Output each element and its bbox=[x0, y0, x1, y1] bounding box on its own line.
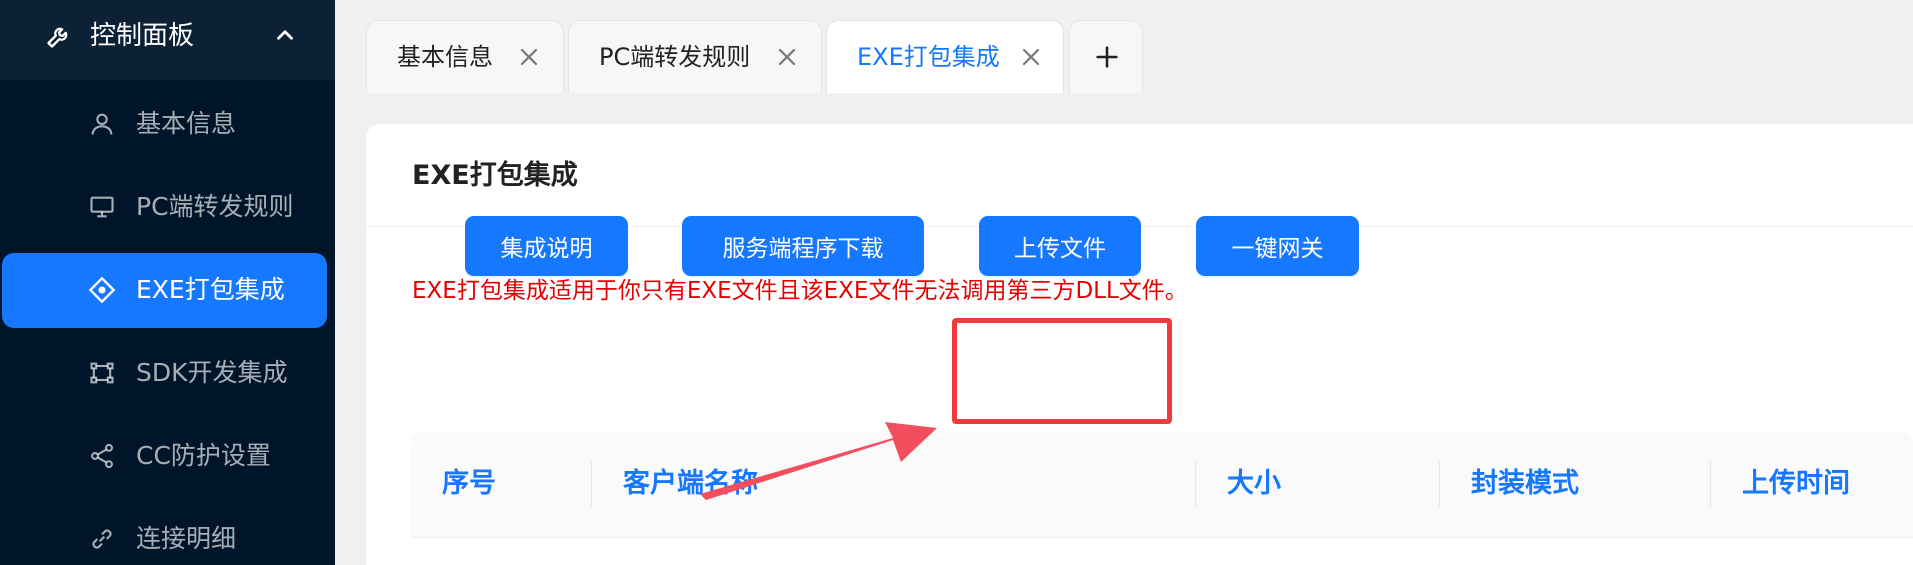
tab-basic-info[interactable]: 基本信息 bbox=[366, 20, 564, 93]
frame-icon bbox=[90, 362, 114, 384]
upload-file-button[interactable]: 上传文件 bbox=[979, 216, 1141, 276]
sidebar-group-control-panel[interactable]: 控制面板 bbox=[0, 0, 335, 80]
user-icon bbox=[91, 113, 113, 135]
sidebar-item-cc-protection[interactable]: CC防护设置 bbox=[0, 419, 335, 494]
integration-guide-button[interactable]: 集成说明 bbox=[465, 216, 628, 276]
column-header: 上传时间 bbox=[1742, 468, 1850, 499]
sidebar-item-connection-details[interactable]: 连接明细 bbox=[0, 502, 335, 565]
column-separator bbox=[591, 461, 592, 507]
column-header: 客户端名称 bbox=[623, 468, 758, 499]
table-header: 序号 客户端名称 大小 封装模式 上传时间 bbox=[411, 431, 1913, 538]
one-click-gateway-button[interactable]: 一键网关 bbox=[1196, 216, 1359, 276]
close-icon[interactable] bbox=[775, 45, 799, 69]
sidebar-item-label: EXE打包集成 bbox=[136, 275, 285, 304]
sidebar-item-basic-info[interactable]: 基本信息 bbox=[0, 87, 335, 162]
diamond-icon bbox=[88, 276, 116, 304]
sidebar-group-label: 控制面板 bbox=[90, 21, 195, 51]
wrench-icon bbox=[47, 27, 68, 48]
upload-highlight-box bbox=[952, 318, 1172, 424]
sidebar-item-label: SDK开发集成 bbox=[136, 358, 288, 387]
column-header: 封装模式 bbox=[1471, 468, 1579, 499]
notice-text: EXE打包集成适用于你只有EXE文件且该EXE文件无法调用第三方DLL文件。 bbox=[412, 278, 1188, 304]
sidebar: 控制面板 基本信息 PC端转发规则 EXE打包集成 SDK开发集成 CC防护设置… bbox=[0, 0, 335, 565]
page-title: EXE打包集成 bbox=[412, 160, 578, 191]
share-icon bbox=[91, 443, 113, 469]
column-separator bbox=[1439, 461, 1440, 507]
sidebar-item-label: CC防护设置 bbox=[136, 441, 271, 470]
sidebar-item-label: PC端转发规则 bbox=[136, 192, 294, 221]
sidebar-item-sdk-integration[interactable]: SDK开发集成 bbox=[0, 336, 335, 411]
close-icon[interactable] bbox=[1019, 45, 1043, 69]
sidebar-item-label: 基本信息 bbox=[136, 109, 237, 138]
tab-label: PC端转发规则 bbox=[599, 43, 751, 71]
sidebar-item-exe-packaging[interactable]: EXE打包集成 bbox=[0, 253, 335, 328]
tab-pc-forward-rules[interactable]: PC端转发规则 bbox=[568, 20, 822, 93]
column-separator bbox=[1195, 461, 1196, 507]
add-tab-button[interactable] bbox=[1069, 20, 1143, 93]
link-icon bbox=[92, 529, 112, 549]
sidebar-item-pc-forward-rules[interactable]: PC端转发规则 bbox=[0, 170, 335, 245]
tab-label: 基本信息 bbox=[397, 43, 493, 71]
column-header: 大小 bbox=[1227, 468, 1281, 499]
sidebar-item-label: 连接明细 bbox=[136, 524, 237, 553]
server-download-button[interactable]: 服务端程序下载 bbox=[682, 216, 924, 276]
tab-exe-packaging[interactable]: EXE打包集成 bbox=[826, 20, 1064, 93]
tab-label: EXE打包集成 bbox=[857, 43, 1000, 71]
close-icon[interactable] bbox=[517, 45, 541, 69]
plus-icon bbox=[1096, 46, 1118, 68]
column-separator bbox=[1710, 461, 1711, 507]
monitor-icon bbox=[90, 196, 114, 218]
chevron-up-icon[interactable] bbox=[272, 22, 298, 48]
column-header: 序号 bbox=[442, 468, 496, 499]
